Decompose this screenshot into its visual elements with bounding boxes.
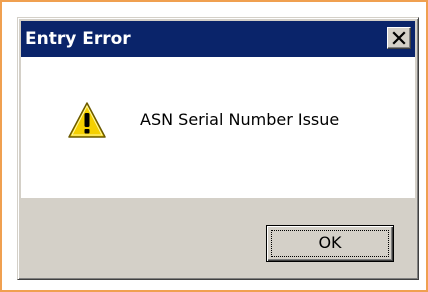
dialog-title: Entry Error (25, 29, 131, 49)
ok-button-label: OK (318, 233, 342, 252)
screenshot-frame: Entry Error ASN Serial Number Issue OK (0, 0, 428, 292)
error-dialog: Entry Error ASN Serial Number Issue OK (17, 17, 419, 280)
error-message: ASN Serial Number Issue (140, 110, 340, 129)
dialog-titlebar[interactable]: Entry Error (21, 21, 415, 57)
close-icon (392, 31, 406, 45)
dialog-body: ASN Serial Number Issue (21, 57, 415, 198)
warning-icon (68, 102, 106, 138)
close-button[interactable] (387, 27, 411, 49)
ok-button[interactable]: OK (266, 225, 394, 262)
